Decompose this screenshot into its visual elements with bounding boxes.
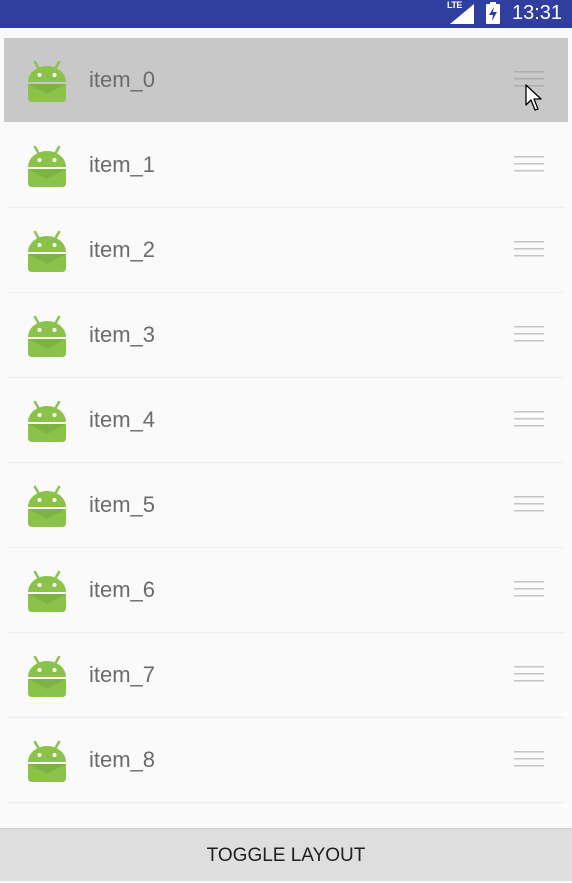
list-item-label: item_5 xyxy=(89,492,156,517)
drag-handle-icon[interactable] xyxy=(514,580,544,598)
status-bar-clock: 13:31 xyxy=(512,2,563,24)
list-item-label: item_2 xyxy=(89,237,156,262)
list-item[interactable]: item_4 xyxy=(4,378,568,462)
list-item[interactable]: item_1 xyxy=(4,123,568,207)
list-item-label: item_4 xyxy=(89,407,156,432)
list-item[interactable]: item_8 xyxy=(4,718,568,802)
mouse-cursor-icon xyxy=(525,84,542,111)
drag-handle-icon[interactable] xyxy=(514,325,544,343)
list-item-label: item_0 xyxy=(89,67,156,92)
battery-charging-icon xyxy=(486,2,500,24)
list-item-label: item_3 xyxy=(89,322,156,347)
list-item[interactable]: item_3 xyxy=(4,293,568,377)
list-divider xyxy=(8,292,564,293)
list-divider xyxy=(8,717,564,718)
drag-handle-icon[interactable] xyxy=(514,750,544,768)
android-robot-icon xyxy=(28,570,66,612)
list-divider xyxy=(8,632,564,633)
android-robot-icon xyxy=(28,485,66,527)
android-robot-icon xyxy=(28,400,66,442)
list-item[interactable]: item_7 xyxy=(4,633,568,717)
list-divider xyxy=(8,207,564,208)
list-item-label: item_1 xyxy=(89,152,156,177)
drag-handle-icon[interactable] xyxy=(514,240,544,258)
signal-strength-icon xyxy=(450,4,474,24)
status-bar: LTE 13:31 xyxy=(0,0,572,28)
drag-handle-icon[interactable] xyxy=(514,665,544,683)
android-robot-icon xyxy=(28,315,66,357)
list-divider xyxy=(8,802,564,803)
list-item[interactable]: item_2 xyxy=(4,208,568,292)
draggable-item-list: item_0 item_1 item_2 item_3 item_4 item_… xyxy=(0,38,572,803)
toggle-layout-button[interactable]: TOGGLE LAYOUT xyxy=(0,828,572,881)
android-robot-icon xyxy=(28,655,66,697)
list-item[interactable]: item_6 xyxy=(4,548,568,632)
android-robot-icon xyxy=(28,145,66,187)
android-robot-icon xyxy=(28,60,66,102)
list-item[interactable]: item_0 xyxy=(4,38,568,122)
drag-handle-icon[interactable] xyxy=(514,495,544,513)
list-item-label: item_8 xyxy=(89,747,156,772)
drag-handle-icon[interactable] xyxy=(514,155,544,173)
list-divider xyxy=(8,462,564,463)
drag-handle-icon[interactable] xyxy=(514,410,544,428)
list-item[interactable]: item_5 xyxy=(4,463,568,547)
list-item-label: item_7 xyxy=(89,662,156,687)
android-robot-icon xyxy=(28,740,66,782)
list-item-label: item_6 xyxy=(89,577,156,602)
list-divider xyxy=(8,547,564,548)
android-robot-icon xyxy=(28,230,66,272)
list-divider xyxy=(8,377,564,378)
